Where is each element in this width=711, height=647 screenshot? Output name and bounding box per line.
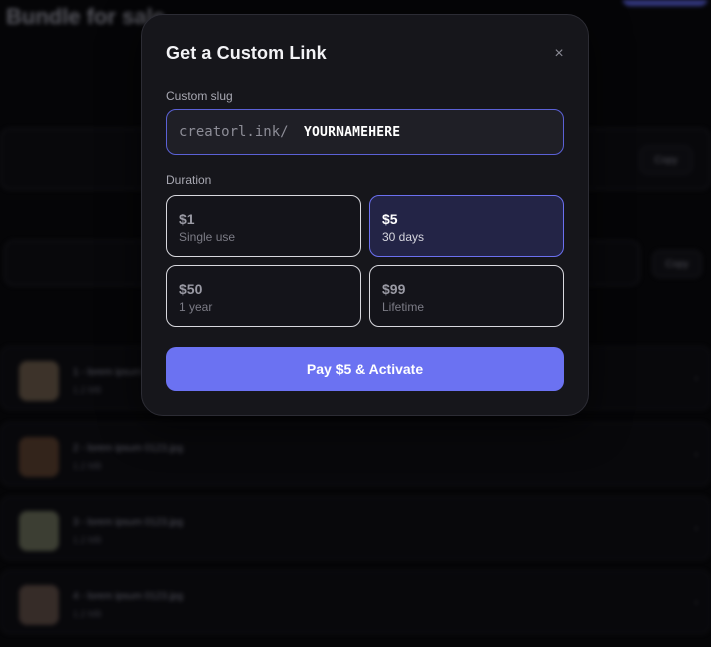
close-icon[interactable]: × [550, 45, 568, 63]
background-row-meta: 1.2 MB [73, 385, 102, 395]
option-description: 30 days [382, 230, 425, 244]
option-description: Single use [179, 230, 236, 244]
background-title: Bundle for sale [6, 4, 165, 29]
chevron-icon: › [694, 523, 698, 534]
background-copy-button-2: Copy [652, 250, 702, 278]
option-price: $1 [179, 211, 195, 227]
duration-option-single-use[interactable]: $1 Single use [166, 195, 361, 257]
background-row-title: 2 - lorem ipsum 0123.jpg [73, 443, 184, 454]
pay-activate-button[interactable]: Pay $5 & Activate [166, 347, 564, 391]
background-row: 2 - lorem ipsum 0123.jpg 1.2 MB › [0, 422, 711, 486]
custom-slug-label: Custom slug [166, 89, 233, 103]
custom-slug-field[interactable]: creatorl.ink/ [166, 109, 564, 155]
background-row-thumbnail [19, 585, 59, 625]
chevron-icon: › [694, 373, 698, 384]
option-price: $50 [179, 281, 203, 297]
custom-slug-input[interactable] [304, 124, 554, 140]
chevron-icon: › [694, 597, 698, 608]
background-row-title: 3 - lorem ipsum 0123.jpg [73, 517, 184, 528]
background-row-meta: 1.2 MB [73, 609, 102, 619]
background-row-thumbnail [19, 361, 59, 401]
option-description: 1 year [179, 300, 213, 314]
duration-option-1-year[interactable]: $50 1 year [166, 265, 361, 327]
background-row-thumbnail [19, 437, 59, 477]
option-price: $99 [382, 281, 406, 297]
background-row-thumbnail [19, 511, 59, 551]
option-description: Lifetime [382, 300, 425, 314]
background-top-button [622, 0, 708, 6]
custom-link-modal: Get a Custom Link × Custom slug creatorl… [141, 14, 589, 416]
duration-option-30-days[interactable]: $5 30 days [369, 195, 564, 257]
option-price: $5 [382, 211, 398, 227]
background-row: 3 - lorem ipsum 0123.jpg 1.2 MB › [0, 496, 711, 560]
chevron-icon: › [694, 449, 698, 460]
background-row-title: 4 - lorem ipsum 0123.jpg [73, 591, 184, 602]
duration-option-lifetime[interactable]: $99 Lifetime [369, 265, 564, 327]
background-copy-button: Copy [640, 146, 692, 174]
background-row: 4 - lorem ipsum 0123.jpg 1.2 MB › [0, 570, 711, 634]
background-row-meta: 1.2 MB [73, 535, 102, 545]
modal-title: Get a Custom Link [166, 43, 327, 63]
slug-prefix: creatorl.ink/ [179, 124, 289, 140]
duration-label: Duration [166, 173, 212, 187]
background-row-meta: 1.2 MB [73, 461, 102, 471]
